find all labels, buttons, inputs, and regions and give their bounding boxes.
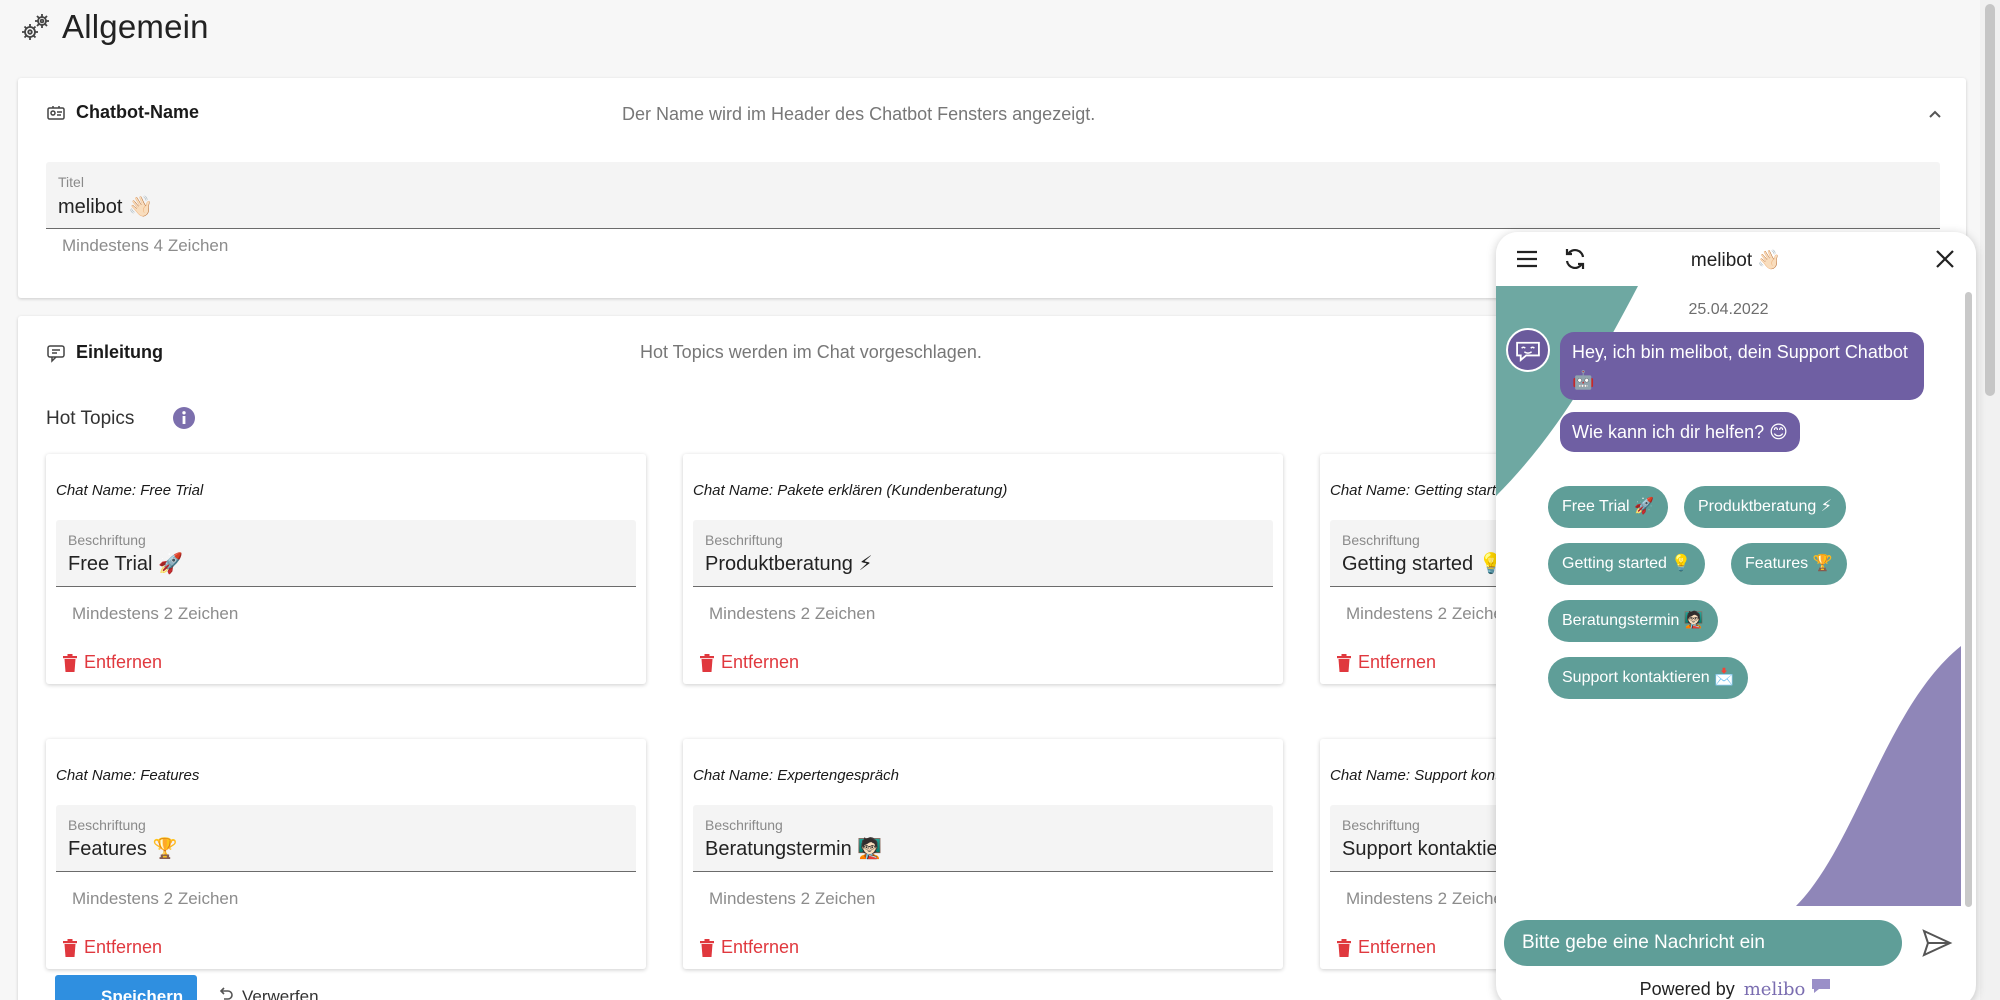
bot-avatar [1506, 328, 1550, 372]
brand-logo[interactable]: melibo [1744, 979, 1806, 1000]
caption-field[interactable]: Beschriftung Produktberatung ⚡ [693, 520, 1273, 587]
page-header: Allgemein [18, 8, 209, 46]
hot-topic-chip[interactable]: Produktberatung ⚡ [1684, 486, 1846, 528]
powered-by: Powered by melibo [1496, 977, 1976, 1000]
caption-field[interactable]: Beschriftung Beratungstermin 🧑🏻‍🏫 [693, 805, 1273, 872]
card-title: Chat Name: Expertengespräch [693, 767, 899, 784]
brand-bubble-icon [1812, 979, 1831, 993]
chat-scrollbar[interactable] [1965, 292, 1972, 907]
remove-label: Entfernen [1358, 652, 1437, 672]
hot-topic-chip[interactable]: Getting started 💡 [1548, 543, 1706, 585]
field-label: Titel [58, 174, 84, 190]
remove-label: Entfernen [721, 937, 800, 957]
panel-description: Der Name wird im Header des Chatbot Fens… [622, 104, 1096, 124]
send-icon[interactable] [1920, 926, 1954, 960]
page-title: Allgemein [62, 8, 209, 45]
caption-input[interactable]: Free Trial 🚀 [68, 551, 183, 576]
chat-date: 25.04.2022 [1688, 301, 1769, 318]
field-label: Beschriftung [1342, 532, 1420, 548]
trash-icon [63, 653, 77, 672]
message-input[interactable]: Bitte gebe eine Nachricht ein [1504, 920, 1902, 966]
caption-field[interactable]: Beschriftung Features 🏆 [56, 805, 636, 872]
powered-by-label: Powered by [1639, 979, 1735, 999]
hot-topic-card: Chat Name: Expertengespräch Beschriftung… [683, 739, 1283, 969]
hot-topic-card: Chat Name: Pakete erklären (Kundenberatu… [683, 454, 1283, 684]
field-hint: Mindestens 2 Zeichen [72, 889, 239, 908]
hot-topics-label: Hot Topics [46, 408, 135, 429]
field-hint: Mindestens 2 Zeichen [1346, 889, 1513, 908]
chat-widget: melibot 👋🏻 25.04.2022 Hey, ich bin melib… [1496, 232, 1976, 1000]
field-label: Beschriftung [68, 532, 146, 548]
hot-topic-chip[interactable]: Free Trial 🚀 [1548, 486, 1668, 528]
field-label: Beschriftung [705, 532, 783, 548]
chevron-up-icon[interactable] [1926, 106, 1944, 124]
discard-button[interactable]: Verwerfen [218, 987, 319, 1000]
hot-topic-chip[interactable]: Support kontaktieren 📩 [1548, 657, 1749, 699]
field-hint: Mindestens 2 Zeichen [709, 889, 876, 908]
remove-button[interactable]: Entfernen [699, 652, 799, 673]
field-label: Beschriftung [705, 817, 783, 833]
remove-label: Entfernen [84, 652, 163, 672]
gears-icon [22, 14, 49, 40]
title-input[interactable]: melibot 👋🏻 [58, 194, 153, 219]
trash-icon [1337, 938, 1351, 957]
field-hint: Mindestens 2 Zeichen [1346, 604, 1513, 623]
chat-bubbles-icon [47, 344, 65, 363]
panel-description: Hot Topics werden im Chat vorgeschlagen. [640, 342, 982, 362]
caption-input[interactable]: Beratungstermin 🧑🏻‍🏫 [705, 836, 882, 861]
bot-message: Hey, ich bin melibot, dein Support Chatb… [1560, 332, 1924, 400]
panel-header: Einleitung [46, 342, 163, 363]
remove-button[interactable]: Entfernen [1336, 937, 1436, 958]
field-hint: Mindestens 4 Zeichen [62, 236, 229, 255]
hot-topic-chip[interactable]: Features 🏆 [1731, 543, 1847, 585]
undo-icon [219, 987, 233, 1000]
chat-title: melibot 👋🏻 [1690, 250, 1782, 271]
card-title: Chat Name: Features [56, 767, 200, 784]
save-label: Speichern [101, 987, 184, 1000]
hot-topic-card: Chat Name: Free Trial Beschriftung Free T… [46, 454, 646, 684]
page-scrollbar[interactable] [1980, 0, 2000, 1000]
chat-header: melibot 👋🏻 [1496, 232, 1976, 286]
remove-label: Entfernen [1358, 937, 1437, 957]
field-hint: Mindestens 2 Zeichen [72, 604, 239, 623]
bot-message: Wie kann ich dir helfen? 😊 [1560, 412, 1800, 452]
id-card-icon [47, 105, 65, 120]
bot-face-icon [1516, 341, 1540, 362]
remove-button[interactable]: Entfernen [62, 937, 162, 958]
close-icon[interactable] [1932, 246, 1958, 272]
trash-icon [700, 938, 714, 957]
caption-input[interactable]: Features 🏆 [68, 836, 177, 861]
remove-button[interactable]: Entfernen [699, 937, 799, 958]
scrollbar-thumb[interactable] [1985, 4, 1995, 396]
chat-messages: 25.04.2022 Hey, ich bin melibot, dein Su… [1496, 286, 1961, 906]
info-icon[interactable] [172, 406, 196, 430]
card-title: Chat Name: Free Trial [56, 482, 204, 499]
remove-button[interactable]: Entfernen [1336, 652, 1436, 673]
caption-input[interactable]: Getting started 💡 [1342, 551, 1504, 576]
trash-icon [63, 938, 77, 957]
save-button[interactable]: Speichern [55, 975, 197, 1000]
trash-icon [1337, 653, 1351, 672]
card-title: Chat Name: Pakete erklären (Kundenberatu… [693, 482, 1008, 499]
panel-title: Chatbot-Name [76, 102, 200, 122]
field-hint: Mindestens 2 Zeichen [709, 604, 876, 623]
panel-header: Chatbot-Name [46, 102, 199, 123]
field-label: Beschriftung [68, 817, 146, 833]
caption-field[interactable]: Beschriftung Free Trial 🚀 [56, 520, 636, 587]
hot-topic-chip[interactable]: Beratungstermin 🧑🏻‍🏫 [1548, 600, 1718, 642]
panel-title: Einleitung [76, 342, 163, 362]
field-label: Beschriftung [1342, 817, 1420, 833]
remove-label: Entfernen [84, 937, 163, 957]
remove-button[interactable]: Entfernen [62, 652, 162, 673]
title-field[interactable]: Titel melibot 👋🏻 [46, 162, 1940, 229]
card-title: Chat Name: Getting started [1330, 482, 1513, 499]
caption-input[interactable]: Produktberatung ⚡ [705, 551, 872, 576]
trash-icon [700, 653, 714, 672]
discard-label: Verwerfen [242, 987, 319, 1000]
hot-topic-card: Chat Name: Features Beschriftung Features… [46, 739, 646, 969]
remove-label: Entfernen [721, 652, 800, 672]
